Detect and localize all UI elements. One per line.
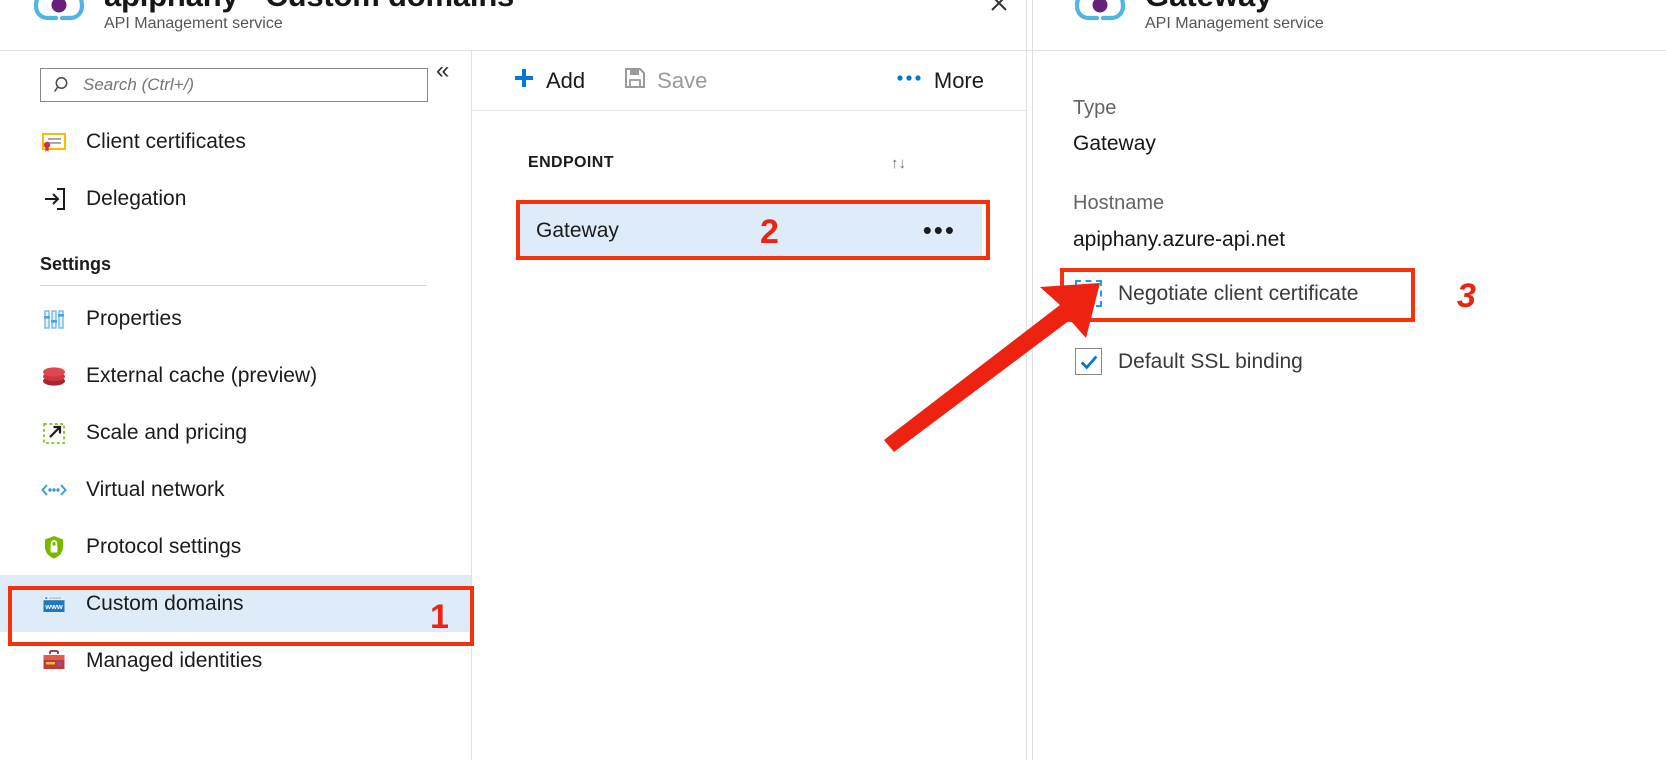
sidebar: « Client certificates: [0, 51, 471, 760]
sidebar-item-label: Virtual network: [86, 477, 225, 501]
negotiate-client-certificate-checkbox-row[interactable]: Negotiate client certificate: [1075, 280, 1358, 307]
sidebar-item-client-certificates[interactable]: Client certificates: [0, 113, 471, 170]
search-box[interactable]: [40, 68, 428, 102]
save-button[interactable]: Save: [623, 51, 707, 110]
sidebar-item-custom-domains[interactable]: www Custom domains: [0, 575, 471, 632]
search-input[interactable]: [83, 75, 403, 95]
sidebar-item-properties[interactable]: Properties: [0, 290, 471, 347]
azure-portal-screenshot: apiphany - Custom domains API Management…: [0, 0, 1666, 760]
sidebar-item-label: Custom domains: [86, 591, 244, 615]
type-label: Type: [1073, 97, 1117, 119]
mid-pane-divider: [1026, 0, 1027, 760]
detail-title: Gateway: [1145, 0, 1273, 14]
page-title: apiphany - Custom domains: [104, 0, 514, 14]
row-context-menu-icon[interactable]: •••: [923, 218, 956, 243]
hostname-value: apiphany.azure-api.net: [1073, 228, 1286, 251]
briefcase-icon: [40, 647, 68, 675]
ellipsis-icon: [894, 66, 924, 95]
close-icon[interactable]: [984, 0, 1014, 18]
sidebar-item-label: Scale and pricing: [86, 420, 248, 444]
detail-subtitle: API Management service: [1145, 15, 1324, 32]
sidebar-item-protocol-settings[interactable]: Protocol settings: [0, 518, 471, 575]
detail-blade-header: Gateway API Management service: [1033, 0, 1666, 50]
sidebar-item-label: Managed identities: [86, 648, 263, 672]
more-button[interactable]: More: [894, 51, 984, 110]
api-management-icon: [1073, 0, 1129, 38]
properties-icon: [40, 305, 68, 333]
sidebar-item-label: Client certificates: [86, 129, 246, 153]
sidebar-group-divider: [40, 285, 427, 286]
sidebar-item-delegation[interactable]: Delegation: [0, 170, 471, 227]
column-header-endpoint: ENDPOINT: [528, 154, 614, 171]
row-endpoint-label: Gateway: [536, 219, 619, 242]
collapse-sidebar-icon[interactable]: «: [436, 59, 449, 83]
sidebar-item-label: Delegation: [86, 186, 187, 210]
blade-header: apiphany - Custom domains API Management…: [0, 0, 1032, 50]
hostname-label: Hostname: [1073, 192, 1165, 214]
gateway-detail-panel: Type Gateway Hostname apiphany.azure-api…: [1033, 51, 1666, 760]
scale-icon: [40, 419, 68, 447]
sort-icon[interactable]: ↑↓: [891, 155, 906, 172]
sidebar-item-label: External cache (preview): [86, 363, 318, 387]
type-value: Gateway: [1073, 132, 1156, 155]
sidebar-item-managed-identities[interactable]: Managed identities: [0, 632, 471, 689]
sidebar-nav-list: Client certificates Delegation Settings: [0, 113, 471, 689]
plus-icon: [512, 66, 536, 95]
sidebar-item-label: Protocol settings: [86, 534, 242, 558]
default-ssl-binding-checkbox-row[interactable]: Default SSL binding: [1075, 348, 1303, 375]
add-button-label: Add: [546, 67, 586, 93]
api-management-icon: [32, 0, 88, 38]
sidebar-item-scale-and-pricing[interactable]: Scale and pricing: [0, 404, 471, 461]
sidebar-group-settings: Settings: [0, 227, 471, 277]
more-button-label: More: [933, 67, 984, 93]
add-button[interactable]: Add: [512, 51, 585, 110]
shield-lock-icon: [40, 533, 68, 561]
sidebar-item-external-cache[interactable]: External cache (preview): [0, 347, 471, 404]
negotiate-client-certificate-checkbox[interactable]: [1075, 280, 1102, 307]
table-header: ENDPOINT ↑↓: [472, 141, 1026, 185]
sidebar-item-virtual-network[interactable]: Virtual network: [0, 461, 471, 518]
sidebar-item-label: Properties: [86, 306, 182, 330]
command-bar: Add Save More: [472, 51, 1026, 111]
page-subtitle: API Management service: [104, 15, 283, 32]
sidebar-group-label: Settings: [40, 254, 112, 274]
certificate-icon: [40, 128, 68, 156]
default-ssl-binding-label: Default SSL binding: [1118, 349, 1303, 373]
custom-domains-pane: Add Save More ENDPOINT ↑↓ Gateway •••: [472, 51, 1026, 760]
default-ssl-binding-checkbox[interactable]: [1075, 348, 1102, 375]
table-row[interactable]: Gateway •••: [516, 203, 982, 259]
virtual-network-icon: [40, 476, 68, 504]
www-icon: www: [40, 590, 68, 618]
cache-icon: [40, 362, 68, 390]
negotiate-client-certificate-label: Negotiate client certificate: [1118, 281, 1359, 305]
save-button-label: Save: [657, 67, 708, 93]
svg-text:www: www: [44, 602, 63, 611]
save-icon: [623, 66, 647, 95]
search-icon: [53, 75, 73, 95]
delegation-icon: [40, 185, 68, 213]
